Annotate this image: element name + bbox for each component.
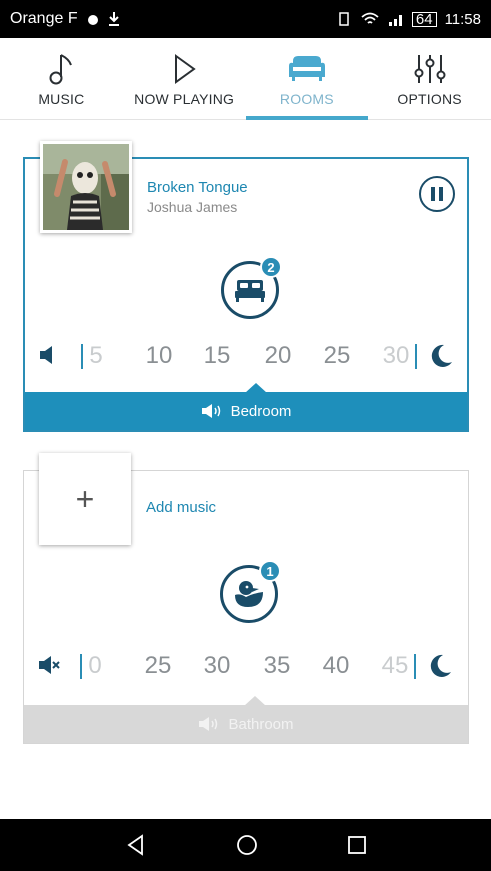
recent-apps-icon[interactable] [347, 835, 367, 855]
volume-tick: 40 [322, 652, 350, 679]
speaker-count-badge: 2 [260, 256, 282, 278]
tab-label: ROOMS [279, 91, 334, 107]
volume-control[interactable]: 5 10 15 20 25 30 [25, 336, 467, 376]
mute-icon[interactable] [38, 655, 60, 675]
album-art[interactable] [40, 141, 132, 233]
clock: 11:58 [444, 10, 481, 28]
room-card-bathroom[interactable]: + Add music 1 0 25 30 35 40 45 Bathroom [23, 453, 469, 744]
room-name: Bathroom [228, 715, 294, 733]
volume-tick: 15 [203, 342, 231, 369]
volume-tick-current: 20 [264, 342, 292, 369]
sleep-timer-icon[interactable] [428, 343, 454, 369]
volume-scale[interactable]: 5 10 15 20 25 30 [81, 336, 421, 376]
download-icon [108, 12, 119, 26]
volume-tick: 45 [381, 652, 409, 679]
volume-max-bar [414, 654, 416, 679]
tab-now-playing[interactable]: NOW PLAYING [123, 38, 246, 119]
volume-tick: 25 [323, 342, 351, 369]
carrier-name: Orange F [10, 10, 78, 27]
back-icon[interactable] [125, 834, 147, 856]
volume-tick: 0 [88, 652, 102, 679]
tab-label: MUSIC [38, 91, 85, 107]
volume-tick: 5 [89, 342, 103, 369]
room-card-bedroom[interactable]: Broken Tongue Joshua James 2 5 10 15 20 … [23, 141, 469, 432]
notification-icon [87, 15, 98, 25]
mute-icon[interactable] [39, 345, 61, 365]
bed-icon [235, 280, 265, 302]
volume-control[interactable]: 0 25 30 35 40 45 [24, 646, 468, 686]
tab-bar: MUSIC NOW PLAYING ROOMS OPTIONS [0, 38, 491, 120]
room-icon-button[interactable]: 2 [221, 256, 282, 319]
volume-tick: 30 [203, 652, 231, 679]
duck-icon [235, 581, 263, 607]
track-artist: Joshua James [147, 199, 238, 215]
speaker-count-badge: 1 [259, 560, 281, 582]
volume-tick: 25 [144, 652, 172, 679]
tab-music[interactable]: MUSIC [0, 38, 123, 119]
tab-options[interactable]: OPTIONS [368, 38, 491, 119]
speaker-icon [199, 717, 218, 731]
volume-min-bar [81, 344, 83, 369]
room-footer[interactable]: Bedroom [25, 383, 467, 430]
speaker-icon [201, 404, 220, 418]
wifi-icon [361, 12, 379, 24]
home-icon[interactable] [236, 834, 258, 856]
vibrate-icon [339, 12, 349, 26]
volume-indicator-notch [244, 696, 266, 706]
tab-label: OPTIONS [397, 91, 462, 107]
add-music-label[interactable]: Add music [146, 499, 216, 516]
add-music-button[interactable]: + [39, 453, 131, 545]
volume-scale[interactable]: 0 25 30 35 40 45 [80, 646, 420, 686]
volume-tick-current: 35 [263, 652, 291, 679]
album-cover-image [43, 144, 129, 230]
volume-tick: 30 [382, 342, 410, 369]
plus-icon: + [75, 480, 95, 517]
battery-level: 64 [411, 11, 437, 27]
volume-min-bar [80, 654, 82, 679]
sofa-icon [288, 56, 325, 81]
volume-tick: 10 [145, 342, 173, 369]
signal-icon [388, 15, 402, 26]
sleep-timer-icon[interactable] [427, 653, 453, 679]
music-note-icon [49, 54, 73, 85]
pause-icon [439, 187, 443, 201]
room-name: Bedroom [230, 402, 292, 420]
sliders-icon [414, 55, 446, 83]
system-nav-bar [0, 819, 491, 871]
track-title[interactable]: Broken Tongue [147, 179, 248, 196]
volume-max-bar [415, 344, 417, 369]
status-bar: Orange F 64 11:58 [0, 0, 491, 38]
pause-icon [431, 187, 435, 201]
tab-label: NOW PLAYING [134, 91, 235, 107]
pause-button[interactable] [419, 176, 455, 212]
play-icon [175, 54, 196, 84]
room-footer[interactable]: Bathroom [24, 696, 468, 743]
volume-indicator-notch [245, 383, 267, 393]
room-icon-button[interactable]: 1 [220, 560, 281, 623]
tab-rooms[interactable]: ROOMS [245, 38, 369, 120]
